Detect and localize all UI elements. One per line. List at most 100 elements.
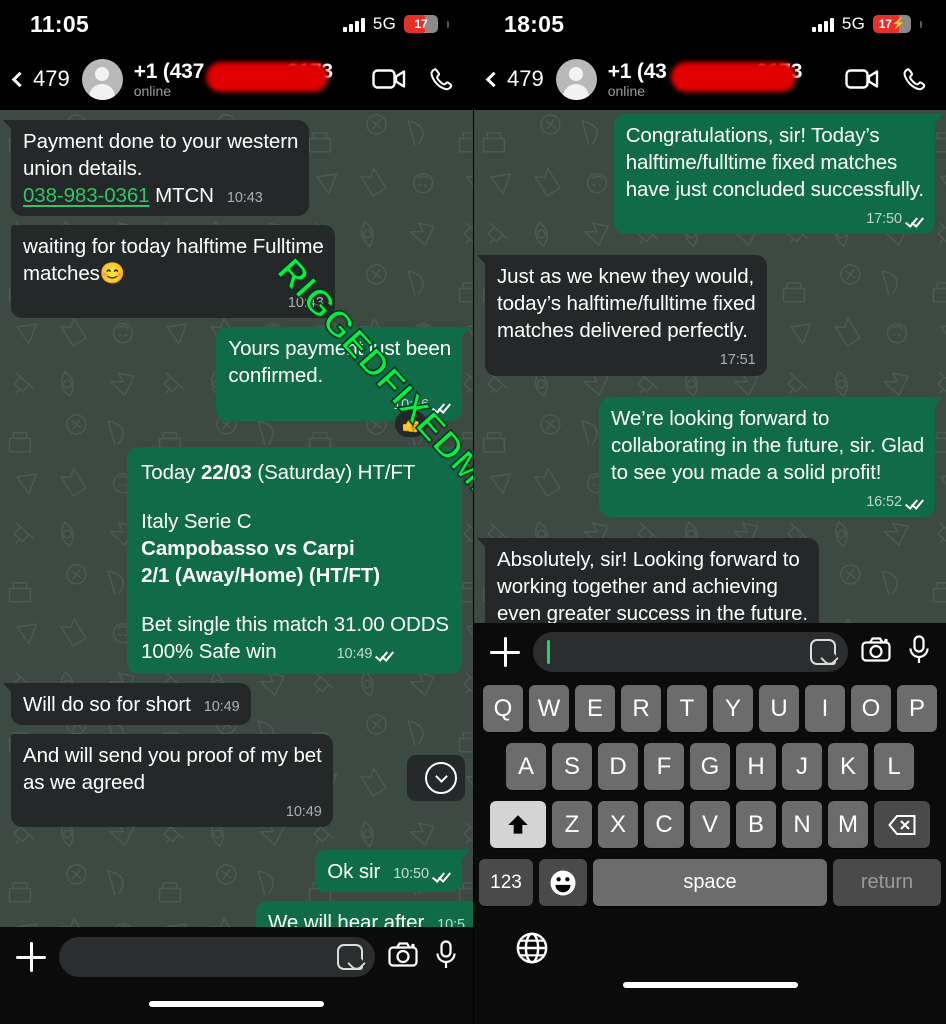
battery-icon: 17 [404, 15, 438, 33]
message-bubble-incoming[interactable]: Will do so for short 10:49 [3, 682, 251, 725]
message-bubble-outgoing[interactable]: We will hear after 10:5 [255, 901, 473, 927]
sticker-icon[interactable] [810, 639, 836, 665]
microphone-icon[interactable] [435, 939, 457, 975]
tip-date: 22/03 [200, 460, 252, 484]
key-v[interactable]: V [690, 801, 730, 848]
key-s[interactable]: S [552, 743, 592, 790]
shift-key[interactable] [490, 801, 546, 848]
phone-icon[interactable] [901, 66, 928, 93]
numbers-key[interactable]: 123 [479, 859, 533, 906]
battery-level: 17 [878, 17, 892, 31]
return-key[interactable]: return [833, 859, 941, 906]
key-i[interactable]: I [805, 685, 845, 732]
contact-name-head: +1 (437 [133, 59, 205, 83]
message-bubble-outgoing-tip[interactable]: Today 22/03 (Saturday) HT/FT Italy Serie… [127, 446, 462, 674]
back-button[interactable]: 479 [484, 66, 544, 92]
scroll-to-bottom-button[interactable] [407, 755, 465, 801]
key-m[interactable]: M [828, 801, 868, 848]
message-text-line: even greater success in the future. [497, 601, 809, 623]
video-camera-icon[interactable] [372, 67, 406, 91]
phone-icon[interactable] [428, 66, 455, 93]
key-y[interactable]: Y [713, 685, 753, 732]
key-l[interactable]: L [874, 743, 914, 790]
left-message-list: Payment done to your western union detai… [0, 110, 473, 927]
message-input[interactable] [533, 632, 848, 672]
message-bubble-outgoing[interactable]: Yours payment just been confirmed. 10:46 [216, 327, 470, 421]
message-text-line: as we agreed [23, 770, 145, 794]
message-timestamp: 17:50 [866, 211, 902, 228]
key-t[interactable]: T [667, 685, 707, 732]
message-reaction[interactable]: 👍 [394, 409, 428, 438]
message-bubble-incoming[interactable]: Payment done to your western union detai… [2, 120, 310, 217]
video-camera-icon[interactable] [845, 67, 879, 91]
message-row: Payment done to your western union detai… [2, 120, 462, 217]
message-text-line: Congratulations, sir! Today’s [625, 124, 880, 147]
message-bubble-incoming[interactable]: Absolutely, sir! Looking forward to work… [476, 537, 820, 623]
chevron-left-icon [11, 71, 28, 87]
key-n[interactable]: N [782, 801, 822, 848]
message-bubble-outgoing[interactable]: Congratulations, sir! Today’s halftime/f… [613, 114, 944, 235]
camera-icon[interactable] [861, 636, 895, 669]
message-bubble-outgoing[interactable]: Ok sir 10:50 [315, 850, 470, 893]
message-bubble-incoming[interactable]: And will send you proof of my bet as we … [11, 733, 333, 828]
plus-icon[interactable] [16, 942, 46, 972]
tip-date-suffix: (Saturday) HT/FT [251, 460, 416, 484]
space-key[interactable]: space [593, 859, 827, 906]
message-timestamp: 10:43 [287, 295, 324, 312]
message-input[interactable] [59, 937, 375, 977]
key-q[interactable]: Q [483, 685, 523, 732]
right-status-bar: 18:05 5G 17 ⚡ [474, 0, 946, 48]
key-g[interactable]: G [690, 743, 730, 790]
message-timestamp: 17:51 [719, 352, 756, 369]
on-screen-keyboard: Q W E R T Y U I O P A S D F G H J K L Z … [474, 681, 946, 970]
key-e[interactable]: E [575, 685, 615, 732]
message-timestamp: 10:49 [203, 698, 240, 715]
message-text-line: We will hear after [267, 911, 425, 927]
plus-icon[interactable] [490, 637, 520, 667]
message-bubble-outgoing[interactable]: We’re looking forward to collaborating i… [599, 396, 943, 517]
key-k[interactable]: K [828, 743, 868, 790]
key-z[interactable]: Z [552, 801, 592, 848]
key-b[interactable]: B [736, 801, 776, 848]
globe-icon[interactable] [515, 932, 549, 969]
left-chat-body: RIGGEDFIXEDMATCH.COM Payment done to you… [0, 110, 473, 927]
microphone-icon[interactable] [908, 634, 930, 670]
tip-prediction: 2/1 (Away/Home) (HT/FT) [141, 563, 380, 587]
right-phone-screen: 18:05 5G 17⚡ 479 +1 (43XXXXXX-3173 [473, 0, 946, 1024]
avatar[interactable] [81, 58, 123, 100]
sticker-icon[interactable] [337, 944, 363, 970]
message-text-line: collaborating in the future, sir. Glad [611, 433, 924, 457]
key-c[interactable]: C [644, 801, 684, 848]
keyboard-row-3: Z X C V B N M [477, 801, 943, 848]
contact-info[interactable]: +1 (437XXXXXX3173 online [134, 60, 363, 99]
tip-safety: 100% Safe win 10:49 [141, 640, 394, 663]
key-u[interactable]: U [759, 685, 799, 732]
message-row: We will hear after 10:5 [11, 901, 473, 927]
message-bubble-incoming[interactable]: waiting for today halftime Fulltime matc… [11, 225, 335, 319]
message-bubble-incoming[interactable]: Just as we knew they would, today’s half… [477, 255, 767, 376]
avatar[interactable] [555, 58, 597, 100]
message-meta: 10:49 [337, 645, 395, 664]
back-unread-count: 479 [33, 66, 70, 91]
key-o[interactable]: O [851, 685, 891, 732]
emoji-key[interactable] [539, 859, 587, 906]
key-x[interactable]: X [598, 801, 638, 848]
mtcn-link[interactable]: 038-983-0361 [23, 184, 150, 207]
message-row: Ok sir 10:50 [11, 850, 470, 893]
camera-icon[interactable] [388, 941, 422, 974]
key-d[interactable]: D [598, 743, 638, 790]
key-f[interactable]: F [644, 743, 684, 790]
back-button[interactable]: 479 [10, 66, 70, 92]
key-p[interactable]: P [897, 685, 937, 732]
battery-tip [920, 20, 922, 28]
network-type-label: 5G [372, 14, 396, 33]
message-row: Today 22/03 (Saturday) HT/FT Italy Serie… [11, 446, 462, 674]
key-a[interactable]: A [506, 743, 546, 790]
backspace-key[interactable] [874, 801, 930, 848]
dual-screenshot-container: 11:05 5G 17 479 +1 (437XXXXXX3173 [0, 0, 946, 1024]
contact-info[interactable]: +1 (43XXXXXX-3173 online [608, 60, 836, 99]
key-r[interactable]: R [621, 685, 661, 732]
key-j[interactable]: J [782, 743, 822, 790]
key-h[interactable]: H [736, 743, 776, 790]
key-w[interactable]: W [529, 685, 569, 732]
